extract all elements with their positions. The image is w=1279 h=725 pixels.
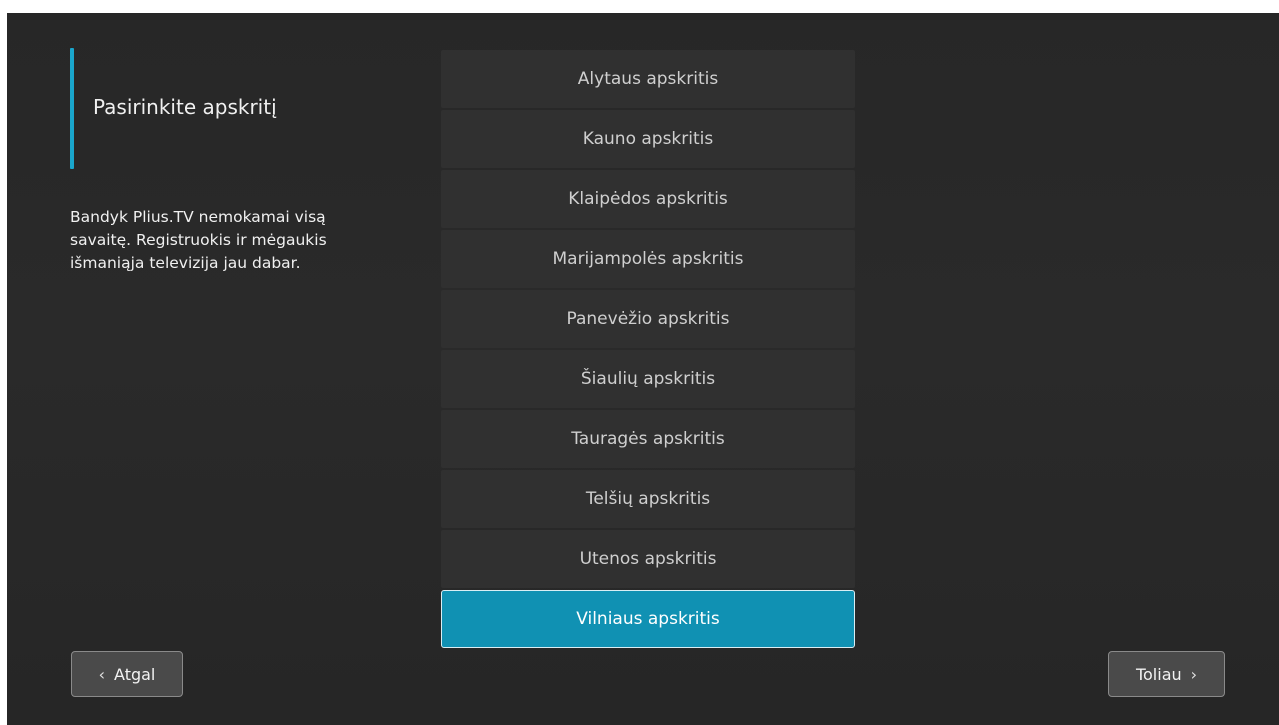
next-button[interactable]: Toliau ›: [1108, 651, 1225, 697]
county-option[interactable]: Marijampolės apskritis: [441, 230, 855, 288]
promo-description-line: savaitę. Registruokis ir mėgaukis: [70, 231, 327, 249]
county-option[interactable]: Kauno apskritis: [441, 110, 855, 168]
chevron-right-icon: ›: [1190, 664, 1198, 684]
county-option[interactable]: Tauragės apskritis: [441, 410, 855, 468]
promo-description: Bandyk Plius.TV nemokamai visą savaitę. …: [70, 206, 400, 275]
back-button[interactable]: ‹ Atgal: [71, 651, 183, 697]
promo-description-line: Bandyk Plius.TV nemokamai visą: [70, 208, 326, 226]
county-option[interactable]: Klaipėdos apskritis: [441, 170, 855, 228]
county-list: Alytaus apskritis Kauno apskritis Klaipė…: [441, 50, 855, 650]
chevron-left-icon: ‹: [98, 664, 106, 684]
county-option-selected[interactable]: Vilniaus apskritis: [441, 590, 855, 648]
next-button-label: Toliau: [1135, 664, 1182, 684]
page-title: Pasirinkite apskritį: [93, 95, 277, 119]
county-option[interactable]: Panevėžio apskritis: [441, 290, 855, 348]
county-option[interactable]: Alytaus apskritis: [441, 50, 855, 108]
back-button-label: Atgal: [114, 664, 156, 684]
title-accent-bar: [70, 48, 74, 169]
county-option[interactable]: Šiaulių apskritis: [441, 350, 855, 408]
county-option[interactable]: Telšių apskritis: [441, 470, 855, 528]
screen: Pasirinkite apskritį Bandyk Plius.TV nem…: [7, 13, 1279, 725]
county-option[interactable]: Utenos apskritis: [441, 530, 855, 588]
promo-description-line: išmaniąja televizija jau dabar.: [70, 254, 301, 272]
